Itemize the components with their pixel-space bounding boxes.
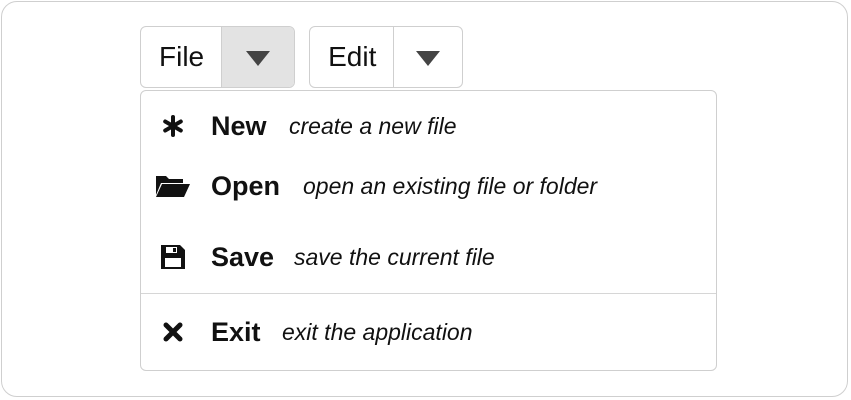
menu-item-label: Open bbox=[211, 170, 281, 201]
file-dropdown-menu: New create a new file Open open an exist… bbox=[140, 90, 717, 371]
menu-item-description: exit the application bbox=[282, 318, 473, 345]
file-split-button: File bbox=[140, 26, 296, 88]
menubar: File Edit bbox=[140, 26, 464, 88]
menu-item-label: Exit bbox=[211, 316, 261, 347]
menu-item-label: Save bbox=[211, 241, 275, 272]
caret-down-icon bbox=[246, 51, 271, 66]
edit-dropdown-toggle[interactable] bbox=[393, 27, 462, 87]
menu-item-label: New bbox=[211, 110, 267, 141]
edit-menu-button[interactable]: Edit bbox=[310, 27, 393, 87]
save-icon bbox=[155, 242, 191, 272]
file-dropdown-toggle[interactable] bbox=[221, 27, 295, 87]
menu-item-description: open an existing file or folder bbox=[303, 172, 598, 199]
menu-item-description: save the current file bbox=[294, 243, 495, 270]
caret-down-icon bbox=[416, 51, 441, 66]
menu-item-description: create a new file bbox=[289, 112, 457, 139]
menu-item-new[interactable]: New create a new file bbox=[141, 104, 716, 148]
close-icon bbox=[155, 317, 191, 347]
file-menu-button[interactable]: File bbox=[141, 27, 221, 87]
menu-item-exit[interactable]: Exit exit the application bbox=[141, 310, 716, 354]
asterisk-icon bbox=[155, 111, 191, 141]
folder-open-icon bbox=[155, 171, 191, 201]
edit-split-button: Edit bbox=[309, 26, 464, 88]
menu-item-open[interactable]: Open open an existing file or folder bbox=[141, 164, 716, 208]
menu-divider bbox=[141, 293, 716, 294]
menu-item-save[interactable]: Save save the current file bbox=[141, 235, 716, 279]
